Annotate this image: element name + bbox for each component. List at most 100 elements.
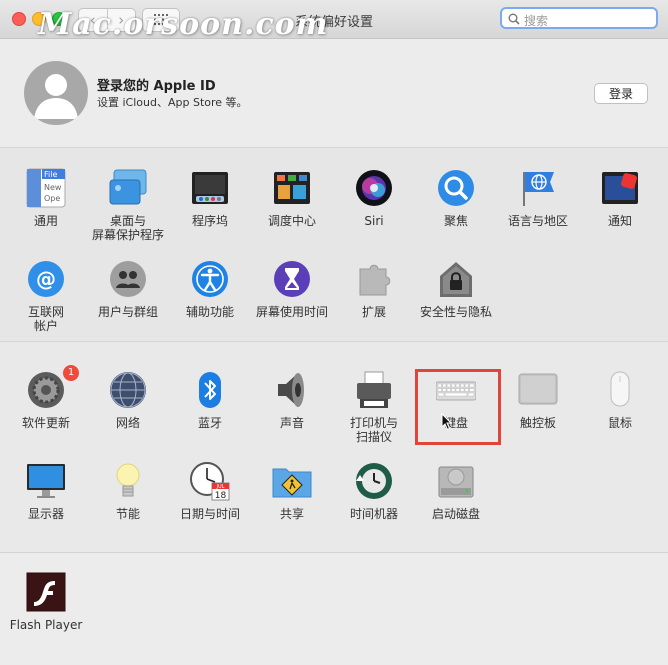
pref-extensions[interactable]: 扩展 <box>333 259 415 341</box>
pref-accessibility[interactable]: 辅助功能 <box>169 259 251 341</box>
login-button[interactable]: 登录 <box>594 83 648 104</box>
time-machine-icon <box>356 463 392 499</box>
startup-disk-icon <box>438 466 474 498</box>
apple-id-banner: 登录您的 Apple ID 设置 iCloud、App Store 等。 登录 <box>0 39 668 147</box>
pref-label: 共享 <box>279 507 304 521</box>
apple-id-subtitle: 设置 iCloud、App Store 等。 <box>97 96 248 109</box>
pref-label: 桌面与 屏幕保护程序 <box>91 214 164 242</box>
accessibility-icon <box>192 261 228 297</box>
pref-siri[interactable]: Siri <box>333 168 415 250</box>
pref-label: 打印机与 扫描仪 <box>349 416 398 444</box>
pref-label: Siri <box>364 214 384 228</box>
pref-users-groups[interactable]: 用户与群组 <box>87 259 169 341</box>
pref-label: 聚焦 <box>443 214 468 228</box>
pref-label: 屏幕使用时间 <box>255 305 328 319</box>
pref-label: Flash Player <box>9 618 83 632</box>
watermark: Mac.orsoon.com <box>38 7 329 42</box>
pref-general[interactable]: File New Ope 通用 <box>5 168 87 250</box>
energy-saver-icon <box>116 463 140 497</box>
pref-label: 蓝牙 <box>197 416 222 430</box>
extensions-icon <box>359 264 391 296</box>
pref-internet-accounts[interactable]: @ 互联网 帐户 <box>5 259 87 341</box>
displays-icon <box>27 464 65 498</box>
pref-spotlight[interactable]: 聚焦 <box>415 168 497 250</box>
general-icon-text-1: File <box>44 170 57 179</box>
mission-control-icon <box>274 172 310 204</box>
siri-icon <box>356 170 392 206</box>
pref-label: 时间机器 <box>349 507 398 521</box>
pref-bluetooth[interactable]: 蓝牙 <box>169 370 251 452</box>
pref-label: 声音 <box>279 416 304 430</box>
pref-sound[interactable]: 声音 <box>251 370 333 452</box>
pref-startup-disk[interactable]: 启动磁盘 <box>415 461 497 543</box>
spotlight-icon <box>438 170 474 206</box>
user-silhouette-icon <box>34 74 78 119</box>
pref-label: 网络 <box>115 416 140 430</box>
pref-sharing[interactable]: 共享 <box>251 461 333 543</box>
pref-label: 日期与时间 <box>179 507 240 521</box>
security-privacy-icon <box>440 262 472 297</box>
pref-mouse[interactable]: 鼠标 <box>579 370 661 452</box>
pref-security-privacy[interactable]: 安全性与隐私 <box>415 259 497 341</box>
trackpad-icon <box>518 373 558 405</box>
pref-date-time[interactable]: JUL 18 日期与时间 <box>169 461 251 543</box>
pref-flash-player[interactable]: Flash Player <box>5 572 87 654</box>
sharing-icon <box>272 468 312 498</box>
pref-label: 辅助功能 <box>185 305 234 319</box>
pref-time-machine[interactable]: 时间机器 <box>333 461 415 543</box>
pref-notifications[interactable]: 通知 <box>579 168 661 250</box>
pref-label: 语言与地区 <box>507 214 568 228</box>
pref-printers-scanners[interactable]: 打印机与 扫描仪 <box>333 370 415 452</box>
pref-label: 触控板 <box>519 416 556 430</box>
pref-label: 通用 <box>33 214 58 228</box>
keyboard-highlight-frame <box>415 369 501 445</box>
pref-trackpad[interactable]: 触控板 <box>497 370 579 452</box>
printers-scanners-icon <box>357 371 391 408</box>
search-icon <box>508 13 520 25</box>
date-time-icon: JUL 18 <box>190 462 230 501</box>
pref-screen-time[interactable]: 屏幕使用时间 <box>251 259 333 341</box>
system-preferences-window: ‹ › 系统偏好设置 搜索 Mac.orsoon.com 登录您的 Apple … <box>0 0 668 665</box>
mouse-icon <box>610 371 630 407</box>
pref-label: 节能 <box>115 507 140 521</box>
pref-network[interactable]: 网络 <box>87 370 169 452</box>
search-placeholder: 搜索 <box>524 14 549 28</box>
pref-label: 互联网 帐户 <box>27 305 64 333</box>
pref-mission-control[interactable]: 调度中心 <box>251 168 333 250</box>
language-region-icon <box>523 172 554 206</box>
screen-time-icon <box>274 261 310 297</box>
internet-accounts-icon: @ <box>28 261 64 297</box>
calendar-day: 18 <box>215 491 227 501</box>
pref-dock[interactable]: 程序坞 <box>169 168 251 250</box>
mouse-pointer-icon <box>441 413 453 431</box>
pref-label: 用户与群组 <box>97 305 158 319</box>
other-preferences-section <box>0 553 668 665</box>
network-icon <box>110 372 146 408</box>
desktop-screensaver-icon <box>109 169 147 205</box>
bluetooth-icon <box>199 372 221 408</box>
calendar-month: JUL <box>216 484 225 490</box>
pref-label: 鼠标 <box>607 416 632 430</box>
pref-language-region[interactable]: 语言与地区 <box>497 168 579 250</box>
svg-text:@: @ <box>36 267 56 291</box>
pref-label: 软件更新 <box>21 416 70 430</box>
pref-label: 启动磁盘 <box>431 507 480 521</box>
pref-label: 显示器 <box>27 507 64 521</box>
pref-energy-saver[interactable]: 节能 <box>87 461 169 543</box>
pref-desktop-screensaver[interactable]: 桌面与 屏幕保护程序 <box>87 168 169 250</box>
update-count-badge: 1 <box>63 365 79 381</box>
general-icon-text-3: Ope <box>44 194 60 203</box>
search-field[interactable]: 搜索 <box>500 7 658 29</box>
dock-icon <box>192 172 228 204</box>
pref-label: 安全性与隐私 <box>419 305 492 319</box>
avatar[interactable] <box>24 61 88 125</box>
users-groups-icon <box>110 261 146 297</box>
flash-player-icon <box>26 572 66 612</box>
pref-software-update[interactable]: 1 软件更新 <box>5 365 87 452</box>
apple-id-title: 登录您的 Apple ID <box>97 79 216 94</box>
sound-icon <box>278 373 304 407</box>
title-bar: ‹ › 系统偏好设置 搜索 Mac.orsoon.com <box>0 0 668 42</box>
general-icon-text-2: New <box>44 183 62 192</box>
pref-displays[interactable]: 显示器 <box>5 461 87 543</box>
notifications-icon <box>602 172 638 204</box>
